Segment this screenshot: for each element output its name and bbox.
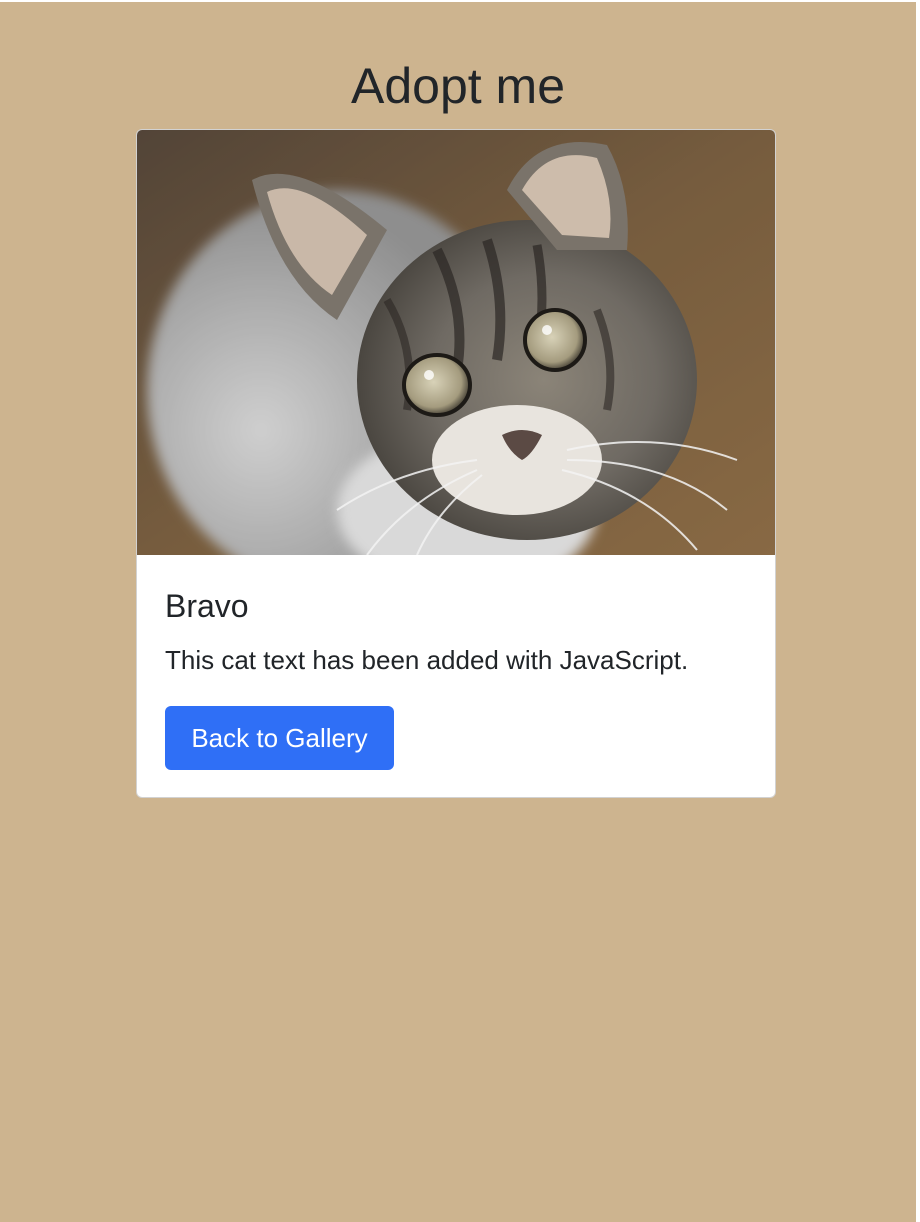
cat-description: This cat text has been added with JavaSc…: [165, 645, 689, 675]
back-to-gallery-button[interactable]: Back to Gallery: [165, 706, 394, 770]
page-title: Adopt me: [350, 58, 565, 114]
cat-card: Bravo This cat text has been added with …: [136, 129, 776, 798]
cat-photo: [137, 130, 775, 555]
cat-name: Bravo: [165, 588, 249, 624]
page-background: Adopt me Bravo This cat text has been ad…: [0, 2, 916, 1222]
